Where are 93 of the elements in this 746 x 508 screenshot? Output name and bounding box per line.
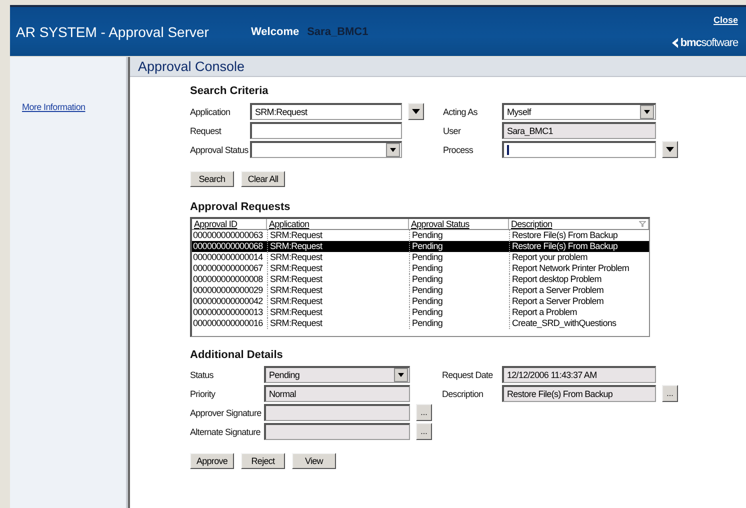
table-row[interactable]: 000000000000067 SRM:Request Pending Report Network Printer Problem <box>192 263 649 274</box>
chevron-logo-icon <box>672 38 680 48</box>
table-cell: Pending <box>409 318 509 329</box>
table-cell-text: 000000000000008 <box>192 274 264 285</box>
table-cell: Restore File(s) From Backup <box>509 241 649 252</box>
app-title: AR SYSTEM - Approval Server <box>16 24 210 40</box>
action-button[interactable]: View <box>292 453 336 469</box>
section-heading: Approval Requests <box>190 201 292 213</box>
field-label: Alternate Signature <box>190 426 262 436</box>
table-row[interactable]: 000000000000008 SRM:Request Pending Report desktop Problem <box>192 274 649 285</box>
column-header[interactable]: Description <box>509 219 649 229</box>
ellipsis-button[interactable]: ... <box>662 385 678 402</box>
action-button[interactable]: Clear All <box>241 171 285 187</box>
caret-icon <box>412 109 420 114</box>
table-row[interactable]: 000000000000042 SRM:Request Pending Report a Server Problem <box>192 296 649 307</box>
input-field[interactable]: 12/12/2006 11:43:37 AM <box>502 366 656 383</box>
ellipsis-button[interactable]: ... <box>416 423 432 440</box>
field-label: Application <box>190 106 232 116</box>
dropdown-field[interactable]: Myself <box>502 103 656 120</box>
table-row[interactable]: 000000000000014 SRM:Request Pending Report your problem <box>192 252 649 263</box>
table-cell-text: 000000000000014 <box>192 252 264 263</box>
input-field[interactable] <box>250 122 402 139</box>
field-label: Approver Signature <box>190 408 262 418</box>
dropdown-field[interactable] <box>250 141 402 158</box>
table-row[interactable]: 000000000000029 SRM:Request Pending Report a Server Problem <box>192 285 649 296</box>
section-heading: Search Criteria <box>190 85 270 97</box>
column-header[interactable]: Approval Status <box>409 219 509 229</box>
table-cell: SRM:Request <box>267 296 409 307</box>
input-field[interactable] <box>264 404 410 421</box>
field-label: Approval Status <box>190 144 250 154</box>
input-field[interactable] <box>502 141 656 158</box>
sidebar-link[interactable]: More Information <box>22 102 86 112</box>
field-label: Request Date <box>442 370 494 380</box>
table-cell: Pending <box>409 252 509 263</box>
table-cell: SRM:Request <box>267 263 409 274</box>
table-cell: Pending <box>409 296 509 307</box>
table-cell: SRM:Request <box>267 285 409 296</box>
table-cell: Pending <box>409 274 509 285</box>
input-field[interactable] <box>264 423 410 440</box>
table-row[interactable]: 000000000000016 SRM:Request Pending Create_SRD_withQuestions <box>192 318 649 329</box>
action-button[interactable]: Reject <box>241 453 285 469</box>
table-cell: Report a Server Problem <box>509 296 649 307</box>
column-header[interactable]: Application <box>267 219 409 229</box>
input-field[interactable]: SRM:Request <box>250 103 402 120</box>
table-cell-text: 000000000000029 <box>192 285 264 296</box>
ellipsis-button[interactable]: ... <box>416 404 432 421</box>
dropdown-button[interactable] <box>408 103 424 120</box>
field-label: Priority <box>190 388 216 398</box>
logo-text: bmcsoftware <box>680 36 738 48</box>
field-label: Request <box>190 126 222 136</box>
table-cell: Report your problem <box>509 252 649 263</box>
column-header[interactable]: Approval ID <box>192 219 267 229</box>
table-cell: Pending <box>409 241 509 252</box>
field-label: Acting As <box>443 106 478 116</box>
table-cell: SRM:Request <box>267 318 409 329</box>
table-cell-text: 000000000000063 <box>192 230 264 241</box>
table-cell: Pending <box>409 263 509 274</box>
table-cell-text: 000000000000067 <box>192 263 264 274</box>
field-label: Description <box>442 388 484 398</box>
user-name: Sara_BMC1 <box>307 26 368 38</box>
field-label: Process <box>443 144 474 154</box>
table-row[interactable]: 000000000000013 SRM:Request Pending Report a Problem <box>192 307 649 318</box>
input-field[interactable]: Normal <box>264 385 410 402</box>
caret-icon <box>666 147 674 152</box>
close-link[interactable]: Close <box>713 14 738 24</box>
filter-icon[interactable] <box>639 221 646 227</box>
input-field[interactable]: Sara_BMC1 <box>502 122 656 139</box>
table-cell: Create_SRD_withQuestions <box>509 318 649 329</box>
section-heading: Additional Details <box>190 349 284 361</box>
table-row[interactable]: 000000000000068 SRM:Request Pending Restore File(s) From Backup <box>192 241 649 252</box>
table-cell-text: 000000000000013 <box>192 307 264 318</box>
field-label: Status <box>190 370 214 380</box>
welcome-label: Welcome <box>251 26 300 38</box>
action-button[interactable]: Search <box>190 171 234 187</box>
dropdown-field[interactable]: Pending <box>264 366 410 383</box>
field-label: User <box>443 126 462 136</box>
table-cell-text: 000000000000016 <box>192 318 264 329</box>
table-cell: SRM:Request <box>267 252 409 263</box>
table-cell: Report desktop Problem <box>509 274 649 285</box>
table-cell: Report a Problem <box>509 307 649 318</box>
dropdown-button[interactable] <box>662 141 678 158</box>
table-cell: Report a Server Problem <box>509 285 649 296</box>
table-cell-text: 000000000000042 <box>192 296 264 307</box>
table-cell-text: 000000000000068 <box>192 241 264 252</box>
console-title-bar: Approval Console <box>130 57 746 77</box>
table-cell: SRM:Request <box>267 307 409 318</box>
input-field[interactable]: Restore File(s) From Backup <box>502 385 656 402</box>
action-button[interactable]: Approve <box>190 453 234 469</box>
table-cell: Pending <box>409 285 509 296</box>
table-cell: Report Network Printer Problem <box>509 263 649 274</box>
table-cell: SRM:Request <box>267 274 409 285</box>
table-cell: Pending <box>409 307 509 318</box>
table-cell: SRM:Request <box>267 241 409 252</box>
